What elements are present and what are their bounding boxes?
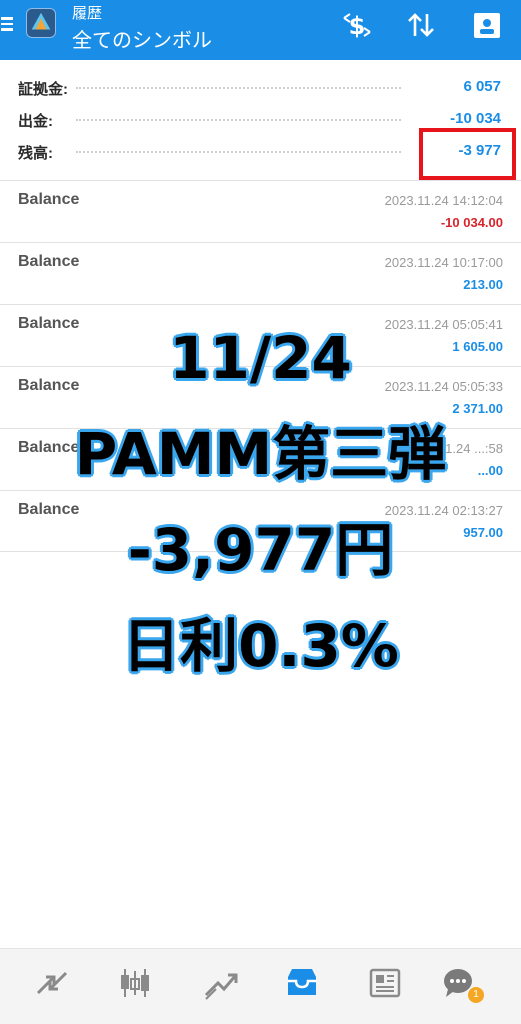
deal-time: 2023.11.24 02:13:27: [384, 503, 503, 518]
summary-label: 出金:: [18, 113, 53, 130]
trade-icon[interactable]: [32, 963, 72, 1003]
summary-value: 6 057: [463, 78, 501, 95]
deal-type: Balance: [18, 439, 80, 456]
deal-amount: ...00: [477, 463, 503, 478]
deal-amount: 957.00: [463, 525, 503, 540]
deal-type: Balance: [18, 315, 80, 332]
list-item[interactable]: Balance 2023.11.24 05:05:41 1 605.00: [0, 304, 521, 366]
dotted-leader: [76, 87, 401, 89]
list-item[interactable]: Balance 2023.11.24 10:17:00 213.00: [0, 242, 521, 304]
deal-type: Balance: [18, 501, 80, 518]
summary-value: -10 034: [450, 110, 501, 127]
deal-type: Balance: [18, 191, 80, 208]
chat-badge: 1: [468, 987, 484, 1003]
list-item[interactable]: Balance 2023.11.24 02:13:27 957.00: [0, 490, 521, 552]
quotes-icon[interactable]: [200, 963, 240, 1003]
deal-time: 2023.11.24 14:12:04: [384, 193, 503, 208]
deal-time: 2023.11.24 05:05:41: [384, 317, 503, 332]
menu-icon[interactable]: [0, 14, 16, 36]
sort-icon[interactable]: [404, 10, 438, 40]
dotted-leader: [76, 151, 401, 153]
deal-type: Balance: [18, 253, 80, 270]
deal-amount: 213.00: [463, 277, 503, 292]
overlay-daily-rate: 日利0.3%: [121, 611, 401, 682]
deal-time: 2023.11.24 ...:58: [406, 441, 503, 456]
deals-list: Balance 2023.11.24 14:12:04 -10 034.00 B…: [0, 180, 521, 552]
bottom-nav: 1: [0, 948, 521, 1024]
currency-filter-icon[interactable]: $: [340, 10, 374, 40]
app-header: 履歴 全てのシンボル $: [0, 0, 521, 60]
deal-amount: -10 034.00: [440, 215, 503, 230]
balance-highlight-box: [419, 128, 516, 180]
header-subtitle: 履歴: [72, 5, 103, 22]
deal-type: Balance: [18, 377, 80, 394]
app-logo: [26, 8, 56, 38]
svg-text:$: $: [349, 12, 366, 40]
deal-amount: 2 371.00: [452, 401, 503, 416]
history-icon[interactable]: [282, 963, 322, 1003]
summary-row-margin: 証拠金: 6 057: [0, 72, 521, 104]
list-item[interactable]: Balance 2023.11.24 05:05:33 2 371.00: [0, 366, 521, 428]
chat-icon[interactable]: 1: [440, 963, 484, 1003]
summary-label: 残高:: [18, 145, 53, 162]
list-item[interactable]: Balance 2023.11.24 ...:58 ...00: [0, 428, 521, 490]
news-icon[interactable]: [365, 963, 405, 1003]
dotted-leader: [76, 119, 401, 121]
summary-label: 証拠金:: [18, 81, 68, 98]
deal-amount: 1 605.00: [452, 339, 503, 354]
deal-time: 2023.11.24 10:17:00: [384, 255, 503, 270]
report-icon[interactable]: [470, 10, 504, 40]
list-item[interactable]: Balance 2023.11.24 14:12:04 -10 034.00: [0, 180, 521, 242]
chart-icon[interactable]: [115, 963, 155, 1003]
header-title[interactable]: 全てのシンボル: [72, 24, 212, 53]
deal-time: 2023.11.24 05:05:33: [384, 379, 503, 394]
